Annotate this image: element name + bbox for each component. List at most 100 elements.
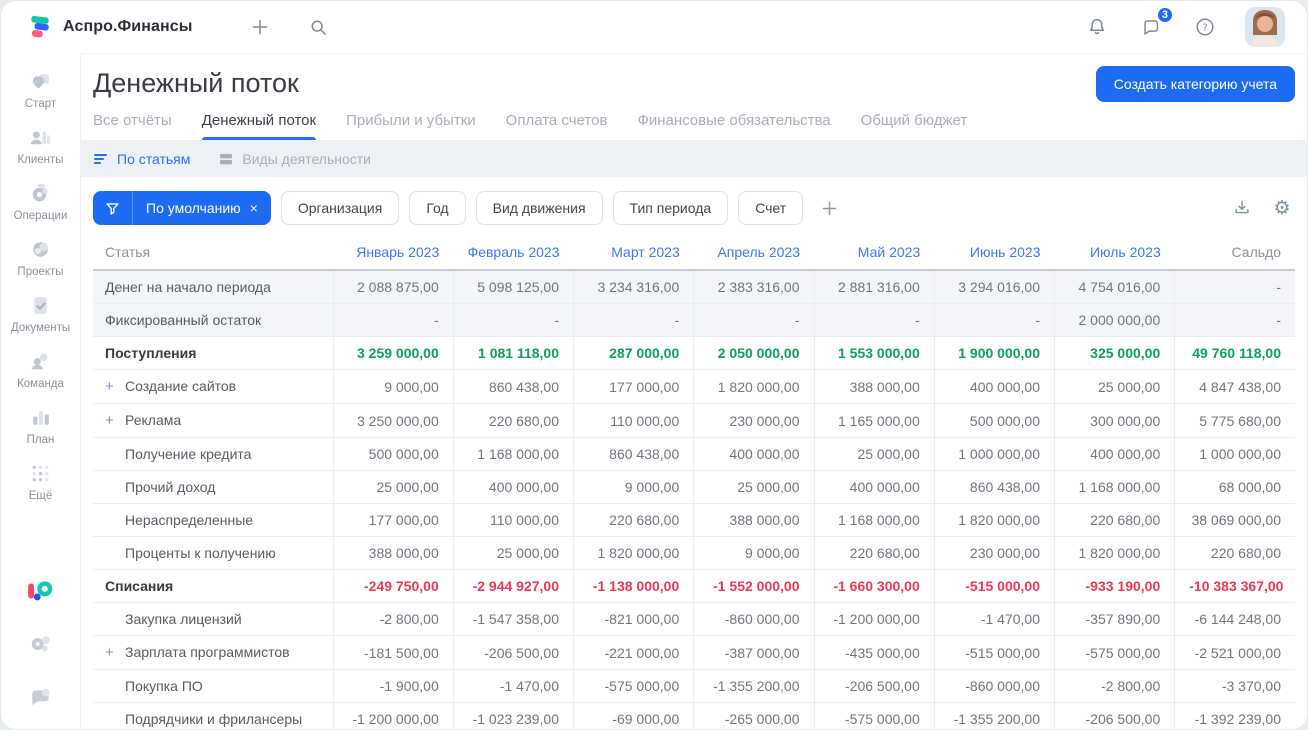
integrations-gear-icon[interactable]: [28, 631, 54, 662]
cell-value: -10 383 367,00: [1174, 569, 1295, 603]
table-row: Поступления 3 259 000,00 1 081 118,00 287 0…: [93, 336, 1295, 370]
filter-chip-3[interactable]: Тип периода: [612, 191, 729, 225]
row-label: Списания: [105, 578, 174, 594]
sidebar-item-clients[interactable]: Клиенты: [1, 117, 80, 173]
tab-report-3[interactable]: Оплата счетов: [506, 112, 608, 140]
expand-plus-icon[interactable]: +: [105, 412, 125, 429]
cell-value: 2 383 316,00: [693, 270, 814, 304]
cell-value: -1 900,00: [332, 669, 454, 703]
download-icon[interactable]: [1231, 197, 1253, 219]
filter-preset-default[interactable]: По умолчанию ×: [133, 191, 271, 225]
row-label-cell: Фиксированный остаток: [93, 303, 333, 337]
global-add-icon[interactable]: [246, 13, 274, 41]
sidebar: Старт Клиенты Операции Проекты Документы Кома…: [1, 53, 81, 729]
cell-value: 5 098 125,00: [452, 270, 574, 304]
add-filter-icon[interactable]: [815, 194, 843, 222]
table-settings-gear-icon[interactable]: ⚙: [1271, 197, 1293, 219]
row-label-cell: Нераспределенные: [93, 503, 333, 537]
view-subtabs: По статьям Виды деятельности: [81, 140, 1307, 177]
cell-value: -: [572, 303, 694, 337]
support-chat-icon[interactable]: [28, 684, 54, 715]
cell-value: 230 000,00: [933, 536, 1055, 570]
cell-value: 388 000,00: [332, 536, 454, 570]
sidebar-item-operations[interactable]: Операции: [1, 173, 80, 229]
cell-value: -1 552 000,00: [693, 569, 814, 603]
cell-value: -387 000,00: [693, 635, 814, 670]
sidebar-item-label: Документы: [10, 322, 71, 334]
table-row: + Создание сайтов 9 000,00 860 438,00 177 00…: [93, 369, 1295, 404]
column-month-5[interactable]: Май 2023: [814, 237, 935, 271]
cell-value: 220 680,00: [1053, 503, 1175, 537]
cell-value: 287 000,00: [572, 336, 694, 370]
column-month-4[interactable]: Апрель 2023: [693, 237, 814, 271]
cell-value: 25 000,00: [813, 437, 935, 471]
table-row: + Реклама 3 250 000,00 220 680,00 110 000,00…: [93, 403, 1295, 438]
notifications-bell-icon[interactable]: [1083, 13, 1111, 41]
cell-value: -515 000,00: [933, 635, 1055, 670]
tab-report-1[interactable]: Денежный поток: [201, 112, 317, 140]
subtab-0[interactable]: По статьям: [93, 151, 190, 167]
sidebar-nav: Старт Клиенты Операции Проекты Документы Кома…: [1, 61, 80, 509]
search-icon[interactable]: [304, 13, 332, 41]
tab-report-2[interactable]: Прибыли и убытки: [346, 112, 476, 140]
cell-value: 2 088 875,00: [332, 270, 454, 304]
column-month-3[interactable]: Март 2023: [573, 237, 694, 271]
sidebar-item-label: План: [26, 434, 55, 446]
column-statya: Статья: [93, 237, 333, 271]
cell-value: 400 000,00: [693, 437, 814, 471]
cell-value: 25 000,00: [452, 536, 574, 570]
row-label: Прочий доход: [125, 479, 216, 495]
filter-chip-2[interactable]: Вид движения: [475, 191, 603, 225]
cell-value: -1 392 239,00: [1174, 702, 1295, 729]
filter-chips: Организация Год Вид движения Тип периода Сче…: [280, 191, 804, 225]
cell-value: 1 168 000,00: [1053, 470, 1175, 504]
cell-value: 3 259 000,00: [332, 336, 454, 370]
remove-filter-icon[interactable]: ×: [250, 201, 258, 215]
tab-report-4[interactable]: Финансовые обязательства: [637, 112, 830, 140]
main-content: Денежный поток Создать категорию учета В…: [81, 53, 1307, 729]
cell-value: -: [933, 303, 1055, 337]
cell-value: -6 144 248,00: [1174, 602, 1295, 636]
help-icon[interactable]: ?: [1191, 13, 1219, 41]
product-logo-icon[interactable]: [26, 578, 56, 609]
tab-report-0[interactable]: Все отчёты: [93, 112, 172, 140]
cell-value: 2 000 000,00: [1053, 303, 1175, 337]
cell-value: -860 000,00: [933, 669, 1055, 703]
column-month-6[interactable]: Июнь 2023: [934, 237, 1055, 271]
sidebar-item-start[interactable]: Старт: [1, 61, 80, 117]
filter-chip-1[interactable]: Год: [409, 191, 466, 225]
user-avatar[interactable]: [1245, 7, 1285, 47]
table-row: Проценты к получению 388 000,00 25 000,00 1…: [93, 536, 1295, 570]
tab-report-5[interactable]: Общий бюджет: [861, 112, 968, 140]
filter-chip-4[interactable]: Счет: [738, 191, 804, 225]
column-month-1[interactable]: Январь 2023: [333, 237, 454, 271]
cell-value: -265 000,00: [693, 702, 814, 729]
cell-value: -206 500,00: [452, 635, 574, 670]
table-header-row: Статья Январь 2023 Февраль 2023 Март 2023 Ап…: [93, 237, 1295, 271]
sidebar-item-documents[interactable]: Документы: [1, 285, 80, 341]
cell-value: 4 847 438,00: [1174, 369, 1295, 404]
expand-plus-icon[interactable]: +: [105, 378, 125, 395]
table-row: Получение кредита 500 000,00 1 168 000,00 8…: [93, 437, 1295, 471]
subtab-1[interactable]: Виды деятельности: [218, 151, 371, 167]
sidebar-item-more[interactable]: Ещё: [1, 453, 80, 509]
sidebar-item-plan[interactable]: План: [1, 397, 80, 453]
sidebar-item-label: Клиенты: [17, 154, 64, 166]
cell-value: 25 000,00: [1053, 369, 1175, 404]
sidebar-item-team[interactable]: Команда: [1, 341, 80, 397]
column-month-2[interactable]: Февраль 2023: [453, 237, 574, 271]
filter-funnel-icon[interactable]: [93, 191, 133, 225]
cell-value: -: [1174, 303, 1295, 337]
cell-value: 9 000,00: [693, 536, 814, 570]
cell-value: 177 000,00: [332, 503, 454, 537]
messages-chat-icon[interactable]: 3: [1137, 6, 1174, 41]
sidebar-item-projects[interactable]: Проекты: [1, 229, 80, 285]
row-label: Поступления: [105, 345, 197, 361]
column-month-7[interactable]: Июль 2023: [1054, 237, 1175, 271]
cell-value: 3 294 016,00: [933, 270, 1055, 304]
cell-value: -1 470,00: [452, 669, 574, 703]
create-category-button[interactable]: Создать категорию учета: [1095, 66, 1295, 102]
filter-chip-0[interactable]: Организация: [280, 191, 400, 225]
row-label-cell: Покупка ПО: [93, 669, 333, 703]
expand-plus-icon[interactable]: +: [105, 644, 125, 661]
